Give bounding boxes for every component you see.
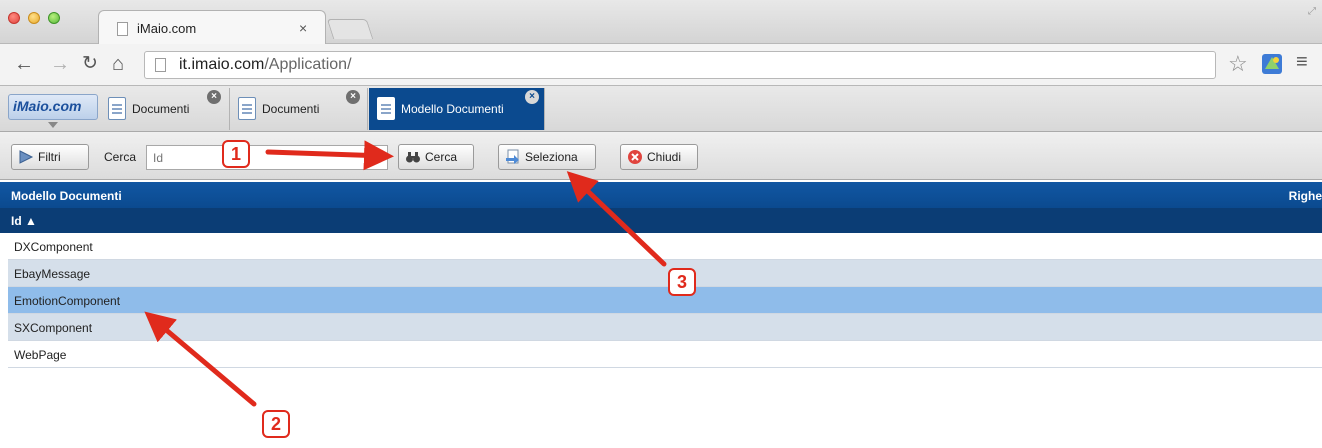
chiudi-button-label: Chiudi [647,150,682,164]
browser-tab-strip: iMaio.com × ⤢ [0,0,1322,45]
filter-icon [19,150,34,164]
row-id: EmotionComponent [14,294,121,308]
row-id: DXComponent [14,240,93,254]
grid-column-header[interactable]: Id ▲ [0,208,1322,233]
filtri-label: Filtri [38,150,61,164]
reload-icon[interactable]: ↻ [82,52,98,76]
cerca-button[interactable]: Cerca [398,144,474,170]
annotation-badge-2: 2 [262,410,290,438]
table-row[interactable]: DXComponent [8,233,1322,260]
forward-arrow-icon[interactable]: → [50,52,70,76]
seleziona-button-label: Seleziona [525,150,578,164]
chiudi-button[interactable]: Chiudi [620,144,698,170]
url-text: it.imaio.com/Application/ [179,56,352,73]
grid-title: Modello Documenti [11,189,122,203]
id-column-header[interactable]: Id ▲ [11,214,37,228]
tab-documenti-1[interactable]: Documenti × [100,88,230,130]
screenshot-root: iMaio.com × ⤢ ← → ↻ ⌂ it.imaio.com/Appli… [0,0,1322,448]
browser-toolbar: ← → ↻ ⌂ it.imaio.com/Application/ [0,44,1322,86]
browser-tab[interactable]: iMaio.com × [98,10,326,45]
brand-logo[interactable]: iMaio.com [8,94,98,120]
righe-label: Righe [1288,189,1322,203]
brand-text: iMaio.com [13,98,82,114]
tab-modello-documenti[interactable]: Modello Documenti × [369,88,545,130]
grid-title-bar: Modello Documenti Righe [0,182,1322,208]
bookmark-star-icon[interactable]: ☆ [1228,52,1248,76]
table-row[interactable]: SXComponent [8,314,1322,341]
document-icon [238,97,256,120]
tab-close-icon[interactable]: × [299,20,307,36]
tab-label: Modello Documenti [401,102,504,116]
row-id: SXComponent [14,321,93,335]
search-input[interactable] [146,145,388,170]
filtri-button[interactable]: Filtri [11,144,89,170]
row-id: EbayMessage [14,267,91,281]
chevron-down-icon[interactable] [48,122,58,128]
select-document-icon [506,149,519,164]
page-icon [117,22,128,36]
fullscreen-icon[interactable]: ⤢ [1308,6,1316,17]
table-row-selected[interactable]: EmotionComponent [8,287,1322,314]
extension-icon[interactable] [1260,52,1284,76]
close-icon[interactable]: × [525,90,539,104]
new-tab-button[interactable] [326,19,374,39]
tab-label: Documenti [262,102,320,116]
annotation-badge-1: 1 [222,140,250,168]
address-bar[interactable]: it.imaio.com/Application/ [144,51,1216,79]
close-circle-icon [628,150,642,164]
row-id: WebPage [14,348,67,362]
tab-label: Documenti [132,102,190,116]
menu-icon[interactable]: ≡ [1296,51,1308,74]
seleziona-button[interactable]: Seleziona [498,144,596,170]
filter-toolbar: Filtri Cerca Cerca Seleziona Chiudi [0,132,1322,180]
grid-rows: DXComponent EbayMessage EmotionComponent… [8,233,1322,368]
close-icon[interactable]: × [346,90,360,104]
cerca-label: Cerca [104,150,137,164]
cerca-button-label: Cerca [425,150,458,164]
app-tab-bar: iMaio.com Documenti × Documenti × Modell… [0,86,1322,132]
browser-tab-title: iMaio.com [137,21,197,36]
tab-documenti-2[interactable]: Documenti × [230,88,368,130]
home-icon[interactable]: ⌂ [112,52,124,76]
page-icon [155,58,166,72]
minimize-window-icon[interactable] [28,12,40,24]
close-window-icon[interactable] [8,12,20,24]
close-icon[interactable]: × [207,90,221,104]
document-icon [377,97,395,120]
table-row[interactable]: WebPage [8,341,1322,368]
annotation-badge-3: 3 [668,268,696,296]
table-row[interactable]: EbayMessage [8,260,1322,287]
back-arrow-icon[interactable]: ← [14,52,34,76]
document-icon [108,97,126,120]
zoom-window-icon[interactable] [48,12,60,24]
binoculars-icon [406,152,420,163]
